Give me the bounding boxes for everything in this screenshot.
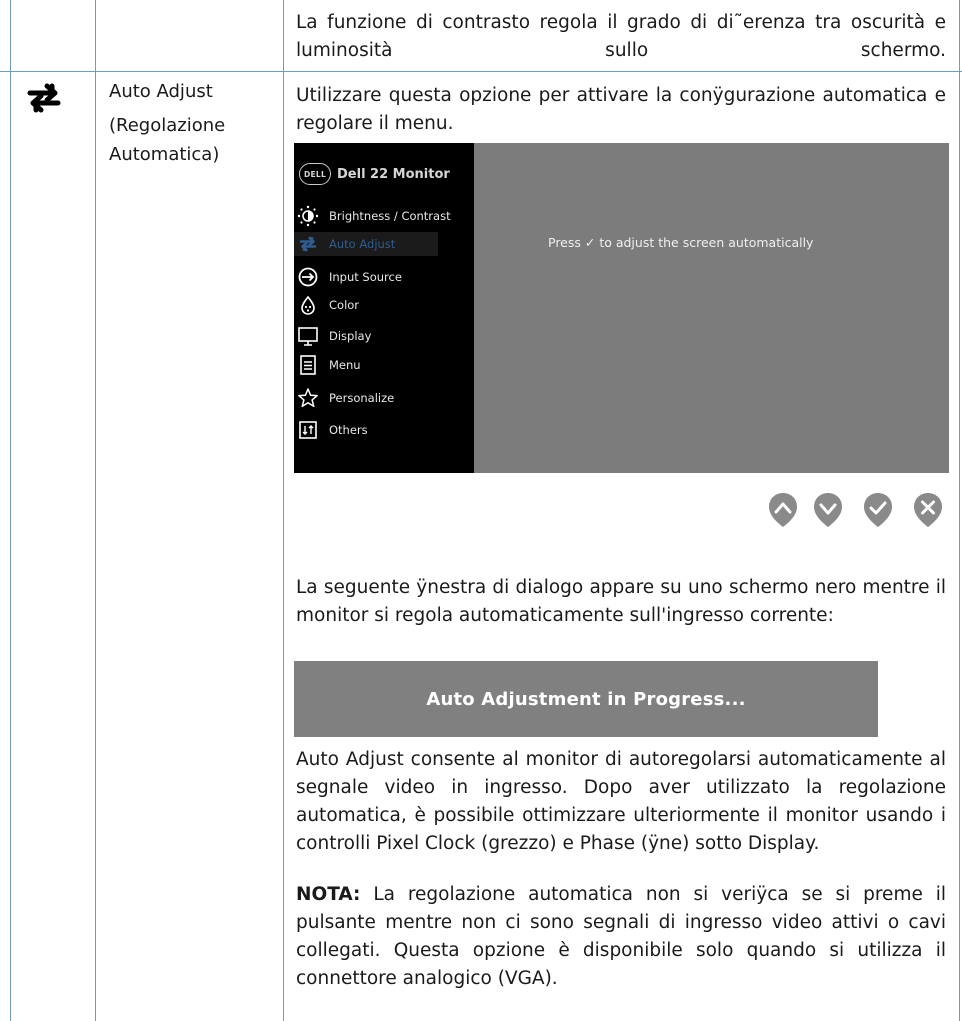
- table-border-left: [10, 0, 11, 1021]
- osd-item-input-source[interactable]: Input Source: [294, 265, 474, 289]
- feature-title: Auto Adjust: [109, 81, 213, 102]
- osd-item-label: Input Source: [329, 270, 402, 284]
- checkmark-icon: [864, 493, 892, 527]
- osd-item-color[interactable]: Color: [294, 293, 474, 317]
- auto-adjust-arrows-icon: [22, 80, 66, 116]
- table-border-col1: [95, 0, 96, 1021]
- close-icon: [914, 493, 942, 527]
- osd-screenshot: DELL Dell 22 Monitor Brightness / Contra…: [294, 143, 949, 473]
- auto-adjust-note: NOTA: La regolazione automatica non si v…: [296, 881, 946, 993]
- dialog-message: Auto Adjustment in Progress...: [426, 688, 746, 710]
- contrast-description: La funzione di contrasto regola il grado…: [296, 12, 946, 61]
- color-palette-icon: [297, 294, 319, 316]
- table-border-col2: [283, 0, 284, 1021]
- osd-instruction: Press ✓ to adjust the screen automatical…: [548, 235, 814, 250]
- osd-item-label: Others: [329, 423, 368, 437]
- osd-item-auto-adjust[interactable]: Auto Adjust: [294, 232, 438, 256]
- others-icon: [297, 419, 319, 441]
- table-row-divider: [0, 71, 962, 72]
- feature-subtitle-1: (Regolazione: [109, 115, 226, 136]
- osd-item-menu[interactable]: Menu: [294, 353, 474, 377]
- osd-item-label: Menu: [329, 358, 361, 372]
- table-border-right: [959, 0, 960, 1021]
- osd-menu-panel: DELL Dell 22 Monitor Brightness / Contra…: [294, 143, 474, 473]
- dialog-intro: La seguente ÿnestra di dialogo appare su…: [296, 577, 946, 626]
- osd-title-bar: DELL Dell 22 Monitor: [299, 161, 450, 187]
- star-icon: [297, 387, 319, 409]
- input-source-icon: [297, 266, 319, 288]
- auto-adjust-body: Auto Adjust consente al monitor di autor…: [296, 749, 946, 854]
- chevron-down-icon: [814, 493, 842, 527]
- auto-adjust-progress-dialog: Auto Adjustment in Progress...: [294, 661, 878, 737]
- note-text: La regolazione automatica non si veriÿca…: [296, 884, 946, 989]
- down-button[interactable]: [812, 491, 844, 529]
- osd-item-label: Display: [329, 329, 372, 343]
- dell-logo: DELL: [299, 163, 331, 185]
- osd-item-label: Brightness / Contrast: [329, 209, 451, 223]
- menu-list-icon: [297, 354, 319, 376]
- ok-button[interactable]: [862, 491, 894, 529]
- chevron-up-icon: [769, 493, 797, 527]
- osd-item-label: Auto Adjust: [329, 237, 396, 251]
- exit-button[interactable]: [912, 491, 944, 529]
- osd-item-others[interactable]: Others: [294, 418, 474, 442]
- up-button[interactable]: [767, 491, 799, 529]
- osd-item-label: Color: [329, 298, 360, 312]
- display-monitor-icon: [297, 325, 319, 347]
- osd-item-brightness-contrast[interactable]: Brightness / Contrast: [294, 204, 474, 228]
- note-label: NOTA:: [296, 884, 361, 905]
- auto-adjust-icon: [297, 233, 319, 255]
- brightness-icon: [297, 205, 319, 227]
- osd-item-label: Personalize: [329, 391, 395, 405]
- osd-item-display[interactable]: Display: [294, 324, 474, 348]
- feature-subtitle-2: Automatica): [109, 144, 220, 165]
- auto-adjust-intro: Utilizzare questa opzione per attivare l…: [296, 85, 946, 134]
- osd-title: Dell 22 Monitor: [337, 166, 450, 182]
- osd-item-personalize[interactable]: Personalize: [294, 386, 474, 410]
